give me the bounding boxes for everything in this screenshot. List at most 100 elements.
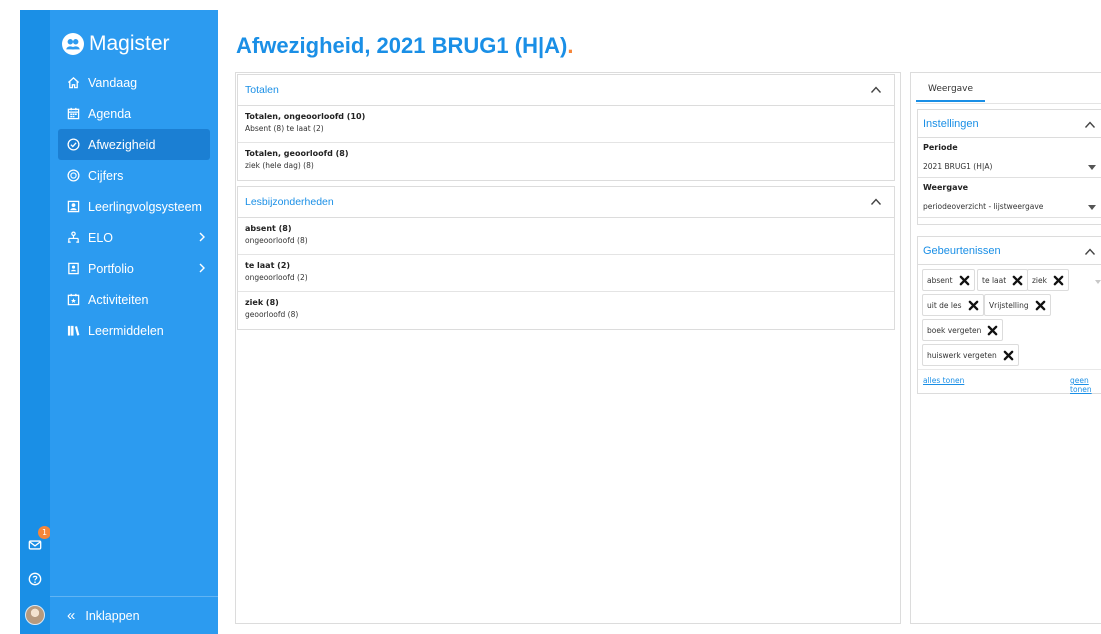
sidebar-item-activiteiten[interactable]: Activiteiten — [50, 284, 218, 315]
row-subtitle: geoorloofd (8) — [245, 310, 299, 319]
tab-weergave[interactable]: Weergave — [916, 78, 985, 102]
row-title: Totalen, ongeoorloofd (10) — [245, 112, 366, 121]
magister-logo-icon — [62, 33, 84, 55]
sidebar-item-label: Activiteiten — [88, 292, 149, 307]
chip-label: Vrijstelling — [989, 300, 1029, 310]
chip-actions: alles tonen geen tonen — [918, 369, 1101, 394]
totalen-header[interactable]: Totalen — [238, 75, 894, 106]
instellingen-title: Instellingen — [923, 117, 979, 130]
list-item: Totalen, ongeoorloofd (10) Absent (8) te… — [238, 106, 894, 143]
chevron-up-icon[interactable] — [1084, 246, 1096, 258]
brand[interactable]: Magister — [62, 32, 170, 56]
row-subtitle: Absent (8) te laat (2) — [245, 124, 324, 133]
chip-boek-vergeten[interactable]: boek vergeten — [922, 319, 1004, 341]
right-panel: Weergave Instellingen Periode 2021 BRUG1… — [910, 72, 1101, 624]
sidebar-item-elo[interactable]: ELO — [50, 222, 218, 253]
brand-name: Magister — [89, 32, 170, 55]
weergave-value: periodeoverzicht - lijstweergave — [923, 202, 1044, 211]
tab-divider — [916, 103, 1101, 104]
row-subtitle: ongeoorloofd (2) — [245, 273, 308, 282]
chip-huiswerk-vergeten[interactable]: huiswerk vergeten — [922, 344, 1019, 366]
chip-label: absent — [927, 275, 953, 285]
sidebar-item-label: Portfolio — [88, 261, 134, 276]
sidebar-item-cijfers[interactable]: Cijfers — [50, 160, 218, 191]
list-item: Totalen, geoorloofd (8) ziek (hele dag) … — [238, 143, 894, 180]
gebeurtenissen-header[interactable]: Gebeurtenissen — [918, 237, 1101, 265]
double-chevron-left-icon: « — [67, 607, 76, 624]
sidebar-item-leerlingvolgsysteem[interactable]: Leerlingvolgsysteem — [50, 191, 218, 222]
chip-label: uit de les — [927, 300, 962, 310]
avatar — [25, 605, 45, 625]
lesbijzonderheden-title: Lesbijzonderheden — [245, 196, 334, 208]
sidebar-item-agenda[interactable]: Agenda — [50, 98, 218, 129]
elo-icon — [67, 231, 80, 244]
show-none-link[interactable]: geen tonen — [1070, 376, 1101, 394]
show-all-link[interactable]: alles tonen — [923, 376, 964, 385]
remove-icon[interactable] — [959, 275, 970, 286]
home-icon — [67, 76, 80, 89]
profile-button[interactable] — [20, 602, 50, 628]
chip-te-laat[interactable]: te laat — [977, 269, 1029, 291]
page-title-text: Afwezigheid, 2021 BRUG1 (H|A) — [236, 33, 568, 58]
weergave-select[interactable]: periodeoverzicht - lijstweergave — [918, 196, 1101, 218]
remove-icon[interactable] — [987, 325, 998, 336]
chips-dropdown-arrow-icon[interactable] — [1095, 280, 1101, 284]
main-panel: Totalen Totalen, ongeoorloofd (10) Absen… — [235, 72, 901, 624]
title-accent-dot: . — [567, 33, 574, 58]
gebeurtenissen-card: Gebeurtenissen absent te laat ziek uit d… — [917, 236, 1101, 394]
chip-label: ziek — [1032, 275, 1047, 285]
row-title: te laat (2) — [245, 261, 291, 270]
help-icon — [28, 572, 42, 591]
instellingen-header[interactable]: Instellingen — [918, 110, 1101, 138]
chip-absent[interactable]: absent — [922, 269, 975, 291]
periode-value: 2021 BRUG1 (H|A) — [923, 162, 993, 171]
chip-uit-de-les[interactable]: uit de les — [922, 294, 984, 316]
sidebar-item-vandaag[interactable]: Vandaag — [50, 67, 218, 98]
chip-ziek[interactable]: ziek — [1027, 269, 1069, 291]
instellingen-card: Instellingen Periode 2021 BRUG1 (H|A) We… — [917, 109, 1101, 225]
chip-vrijstelling[interactable]: Vrijstelling — [984, 294, 1051, 316]
portfolio-icon — [67, 262, 80, 275]
lesbijzonderheden-header[interactable]: Lesbijzonderheden — [238, 187, 894, 218]
page-title: Afwezigheid, 2021 BRUG1 (H|A). — [236, 33, 573, 59]
remove-icon[interactable] — [1053, 275, 1064, 286]
gebeurtenissen-title: Gebeurtenissen — [923, 244, 1001, 257]
icon-rail: 1 — [20, 10, 51, 634]
chevron-up-icon[interactable] — [870, 84, 882, 96]
sidebar-item-leermiddelen[interactable]: Leermiddelen — [50, 315, 218, 346]
row-subtitle: ongeoorloofd (8) — [245, 236, 308, 245]
books-icon — [67, 324, 80, 337]
remove-icon[interactable] — [1035, 300, 1046, 311]
sidebar-item-label: ELO — [88, 230, 114, 245]
check-circle-icon — [67, 138, 80, 151]
list-item: te laat (2) ongeoorloofd (2) — [238, 255, 894, 292]
grade-icon — [67, 169, 80, 182]
event-filter-chips: absent te laat ziek uit de les Vrijstell… — [918, 265, 1101, 369]
totalen-card: Totalen Totalen, ongeoorloofd (10) Absen… — [237, 74, 895, 181]
weergave-label: Weergave — [923, 183, 969, 192]
messages-button[interactable]: 1 — [20, 526, 51, 560]
sidebar-item-label: Agenda — [88, 106, 132, 121]
chevron-up-icon[interactable] — [1084, 119, 1096, 131]
remove-icon[interactable] — [1003, 350, 1014, 361]
sidebar-item-afwezigheid[interactable]: Afwezigheid — [58, 129, 210, 160]
chip-label: te laat — [982, 275, 1007, 285]
lesbijzonderheden-card: Lesbijzonderheden absent (8) ongeoorloof… — [237, 186, 895, 330]
chevron-up-icon[interactable] — [870, 196, 882, 208]
list-item: absent (8) ongeoorloofd (8) — [238, 218, 894, 255]
sidebar-item-portfolio[interactable]: Portfolio — [50, 253, 218, 284]
collapse-sidebar-button[interactable]: « Inklappen — [50, 596, 218, 634]
chip-label: boek vergeten — [927, 325, 982, 335]
chevron-right-icon — [199, 263, 205, 273]
student-tracking-icon — [67, 200, 80, 213]
calendar-icon — [67, 107, 80, 120]
remove-icon[interactable] — [1012, 275, 1023, 286]
dropdown-arrow-icon — [1088, 205, 1096, 210]
row-title: absent (8) — [245, 224, 292, 233]
help-button[interactable] — [20, 568, 50, 594]
chip-label: huiswerk vergeten — [927, 350, 997, 360]
remove-icon[interactable] — [968, 300, 979, 311]
periode-select[interactable]: 2021 BRUG1 (H|A) — [918, 156, 1101, 178]
chevron-right-icon — [199, 232, 205, 242]
sidebar-item-label: Vandaag — [88, 75, 138, 90]
